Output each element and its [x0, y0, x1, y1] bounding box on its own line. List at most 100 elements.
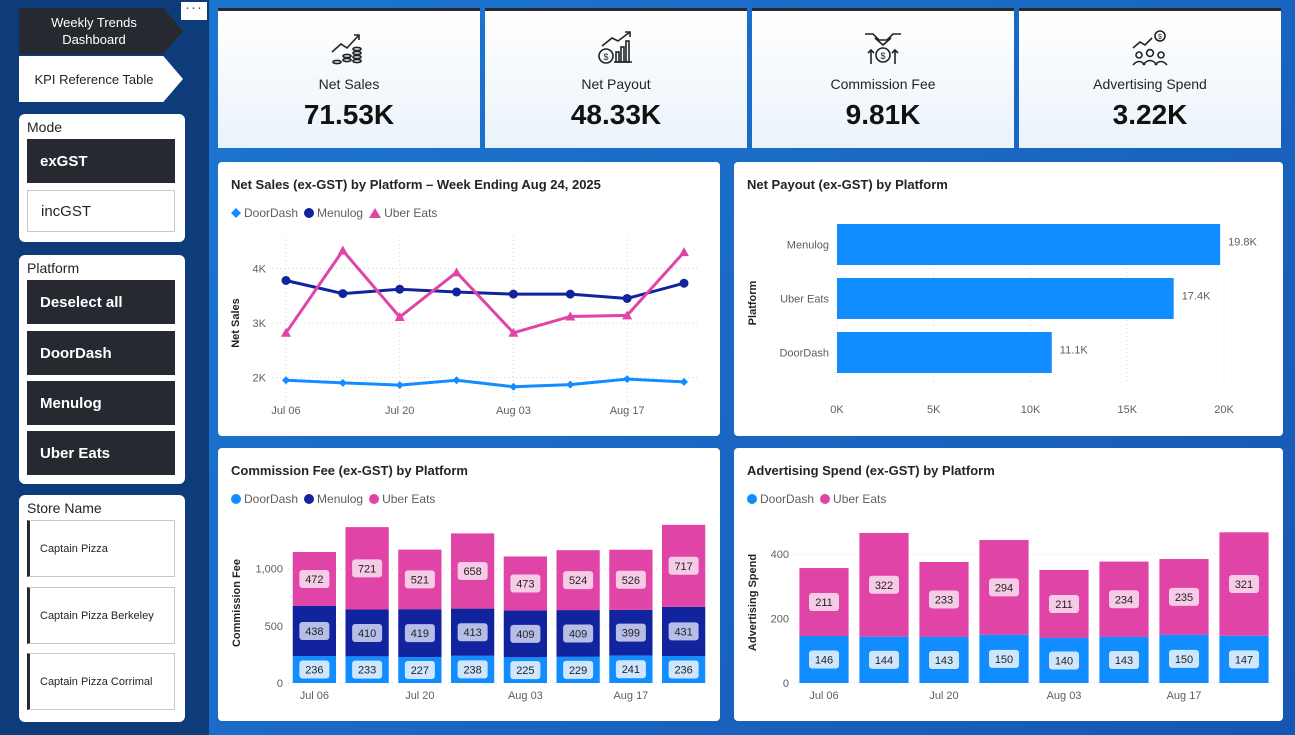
- platform-deselect-all-button[interactable]: Deselect all: [27, 280, 175, 324]
- bar-doordash[interactable]: [837, 332, 1052, 373]
- data-point-doordash[interactable]: [338, 378, 347, 387]
- x-tick-label: Aug 17: [1167, 690, 1202, 702]
- x-tick-label: Aug 03: [508, 690, 543, 702]
- platform-menulog-button[interactable]: Menulog: [27, 381, 175, 425]
- data-point-menulog[interactable]: [508, 289, 518, 299]
- data-point-menulog[interactable]: [452, 287, 462, 297]
- y-axis-title: Commission Fee: [231, 559, 243, 647]
- net-payout-chart-card: Net Payout (ex-GST) by Platform 0K 5K 10K 1…: [734, 162, 1283, 436]
- payout-chart-icon: $: [598, 31, 632, 64]
- y-category-label: Menulog: [787, 240, 829, 252]
- x-tick-label: Aug 03: [1047, 690, 1082, 702]
- bar-data-label: 236: [674, 665, 692, 677]
- bar-menulog[interactable]: [837, 224, 1221, 265]
- x-tick-label: Jul 20: [405, 690, 434, 702]
- weekly-trends-nav-button[interactable]: Weekly Trends Dashboard: [19, 8, 183, 54]
- data-point-doordash[interactable]: [452, 376, 461, 385]
- svg-text:$: $: [880, 51, 885, 61]
- bar-data-label: 521: [411, 574, 429, 586]
- store-captain-pizza-berkeley-button[interactable]: Captain Pizza Berkeley: [27, 587, 175, 644]
- advertising-people-icon: $: [1132, 30, 1168, 66]
- kpi-net-payout-value: 48.33K: [570, 99, 662, 130]
- bar-data-label: 234: [1115, 594, 1133, 606]
- mode-slicer: Mode exGST incGST: [19, 114, 185, 242]
- y-category-label: DoorDash: [779, 348, 829, 360]
- bar-ubereats[interactable]: [837, 278, 1174, 319]
- x-tick-label: 0K: [830, 404, 844, 416]
- x-tick-label: Jul 20: [929, 690, 958, 702]
- data-point-menulog[interactable]: [281, 276, 291, 286]
- mode-slicer-title: Mode: [27, 119, 63, 135]
- data-point-doordash[interactable]: [680, 377, 688, 386]
- bar-data-label: 144: [875, 655, 893, 667]
- data-point-ubereats[interactable]: [337, 245, 348, 255]
- advertising-spend-chart-card: Advertising Spend (ex-GST) by Platform D…: [734, 448, 1283, 721]
- bar-data-label: 235: [1175, 592, 1193, 604]
- data-point-menulog[interactable]: [622, 293, 632, 303]
- x-tick-label: 10K: [1021, 404, 1041, 416]
- store-captain-pizza-button[interactable]: Captain Pizza: [27, 520, 175, 577]
- data-point-menulog[interactable]: [679, 278, 689, 288]
- bar-data-label: 211: [815, 597, 833, 609]
- store-captain-pizza-corrimal-button[interactable]: Captain Pizza Corrimal: [27, 653, 175, 710]
- y-axis-title: Platform: [747, 280, 759, 325]
- bar-data-label: 227: [411, 665, 429, 677]
- bar-data-label: 150: [1175, 654, 1193, 666]
- y-tick-label: 1,000: [255, 564, 283, 576]
- y-category-label: Uber Eats: [780, 294, 829, 306]
- bar-data-label: 143: [935, 655, 953, 667]
- y-axis-title: Net Sales: [230, 298, 242, 348]
- platform-slicer: Platform Deselect all DoorDash Menulog U…: [19, 255, 185, 484]
- data-point-menulog[interactable]: [565, 289, 575, 299]
- bar-data-label: 399: [622, 628, 640, 640]
- bar-data-label: 211: [1055, 599, 1073, 611]
- bar-data-label: 229: [569, 665, 587, 677]
- data-point-doordash[interactable]: [509, 382, 518, 391]
- platform-doordash-button[interactable]: DoorDash: [27, 331, 175, 375]
- data-point-ubereats[interactable]: [679, 247, 689, 257]
- more-options-button[interactable]: ···: [181, 0, 207, 20]
- mode-incgst-button[interactable]: incGST: [27, 190, 175, 232]
- bar-data-label: 146: [815, 654, 833, 666]
- x-tick-label: 15K: [1117, 404, 1137, 416]
- bar-data-label: 241: [622, 664, 640, 676]
- data-point-doordash[interactable]: [395, 381, 404, 390]
- data-point-menulog[interactable]: [338, 289, 348, 299]
- platform-ubereats-button[interactable]: Uber Eats: [27, 431, 175, 475]
- bar-data-label: 431: [674, 626, 692, 638]
- bar-data-label: 150: [995, 654, 1013, 666]
- data-point-menulog[interactable]: [395, 284, 405, 294]
- bar-data-label: 409: [569, 628, 587, 640]
- kpi-card-advertising-spend: $ Advertising Spend 3.22K: [1019, 8, 1281, 148]
- kpi-commission-fee-value: 9.81K: [845, 99, 921, 130]
- bar-data-label: 526: [622, 575, 640, 587]
- data-point-doordash[interactable]: [623, 375, 632, 384]
- kpi-reference-table-nav-button[interactable]: KPI Reference Table: [19, 56, 183, 102]
- bar-data-label: 413: [463, 627, 481, 639]
- net-sales-chart-card: Net Sales (ex-GST) by Platform – Week En…: [218, 162, 720, 436]
- bar-data-label: 438: [305, 626, 323, 638]
- data-point-doordash[interactable]: [566, 380, 575, 389]
- bar-data-label: 721: [358, 563, 376, 575]
- mode-exgst-button[interactable]: exGST: [27, 139, 175, 183]
- y-tick-label: 3K: [253, 318, 267, 330]
- x-tick-label: Jul 06: [300, 690, 329, 702]
- bar-data-label: 19.8K: [1228, 237, 1257, 249]
- kpi-card-commission-fee: $ Commission Fee 9.81K: [752, 8, 1014, 148]
- kpi-advertising-spend-value: 3.22K: [1112, 99, 1188, 130]
- bar-data-label: 140: [1055, 655, 1073, 667]
- kpi-card-net-sales: Net Sales 71.53K: [218, 8, 480, 148]
- kpi-net-sales-label: Net Sales: [318, 76, 380, 92]
- y-tick-label: 0: [783, 678, 789, 690]
- x-tick-label: Jul 20: [385, 405, 414, 417]
- svg-text:$: $: [1158, 34, 1162, 41]
- x-tick-label: 5K: [927, 404, 941, 416]
- advertising-stacked-bar-chart: 0 200 400 146 211 Jul 06 144 322 143 233 Jul 20 150…: [747, 532, 1274, 702]
- y-tick-label: 400: [771, 549, 789, 561]
- x-tick-label: Aug 17: [610, 405, 645, 417]
- bar-data-label: 419: [411, 628, 429, 640]
- bar-data-label: 233: [358, 665, 376, 677]
- y-tick-label: 200: [771, 614, 789, 626]
- bar-data-label: 409: [516, 629, 534, 641]
- y-axis-title: Advertising Spend: [747, 554, 759, 651]
